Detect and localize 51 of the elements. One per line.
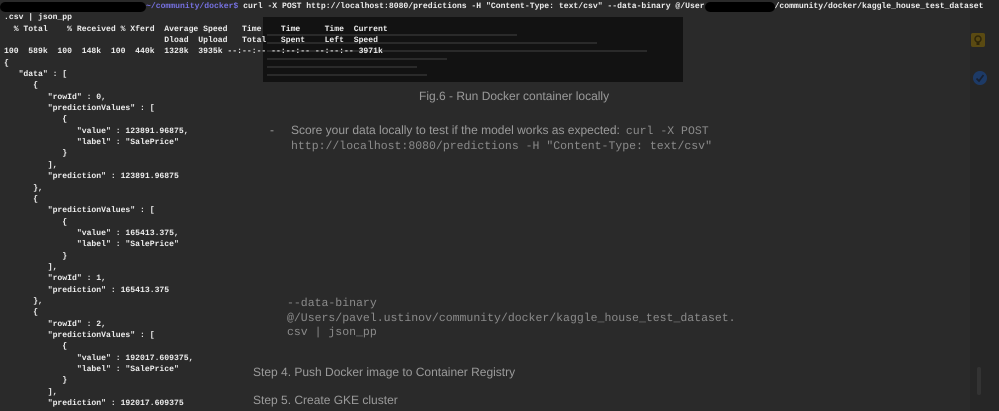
terminal-line: }, — [32, 296, 43, 308]
command-text: /community/docker/kaggle_house_test_dataset — [774, 1, 984, 12]
terminal-line: .csv | json_pp — [4, 12, 72, 24]
terminal-line: ], — [46, 262, 58, 274]
figure-caption: Fig.6 - Run Docker container locally — [418, 89, 610, 103]
step-heading: Step 5. Create GKE cluster — [253, 392, 398, 406]
terminal-line: "rowId" : 2, — [46, 318, 106, 330]
bullet-text: Score your data locally to test if the model works as expected: — [291, 123, 620, 138]
terminal-line: } — [61, 250, 68, 262]
terminal-line: "value" : 165413.375, — [76, 228, 179, 240]
terminal-line: "predictionValues" : [ — [46, 330, 155, 342]
lightbulb-icon[interactable] — [970, 33, 984, 47]
terminal-line: "data" : [ — [18, 69, 68, 80]
terminal-line: { — [61, 216, 68, 228]
terminal-line: "value" : 123891.96875, — [76, 126, 189, 138]
code-line: csv | json_pp — [287, 326, 377, 340]
step-heading: Step 4. Push Docker image to Container Registry — [253, 364, 516, 378]
bullet-marker: - — [269, 123, 275, 139]
prompt-path: ~/community/docker$ — [146, 1, 238, 12]
terminal-line: "label" : "SalePrice" — [76, 137, 179, 148]
terminal-line: ], — [46, 160, 58, 172]
terminal-line: 100 589k 100 148k 100 440k 1328k 3935k --:--:-- --:--:-- --:--:-- 3971k — [4, 46, 383, 58]
terminal-line: "rowId" : 1, — [46, 273, 106, 285]
terminal-line: "prediction" : 123891.96875 — [46, 171, 179, 182]
code-text: curl -X POST — [626, 124, 709, 139]
terminal-line: { — [61, 114, 68, 126]
terminal-line: "label" : "SalePrice" — [76, 239, 179, 251]
terminal-line: ], — [46, 386, 58, 398]
terminal-line: "prediction" : 192017.609375 — [46, 398, 184, 410]
terminal-line: } — [61, 375, 68, 387]
terminal-line: { — [32, 194, 38, 206]
code-line: @/Users/pavel.ustinov/community/docker/kaggle_house_test_dataset. — [287, 312, 736, 326]
check-circle-icon[interactable] — [972, 71, 986, 85]
terminal-line: "predictionValues" : [ — [46, 205, 155, 217]
terminal-line: "label" : "SalePrice" — [76, 364, 179, 376]
terminal-line: { — [32, 307, 38, 319]
terminal-line: Dload Upload Total Spent Left Speed — [163, 35, 378, 46]
code-text: http://localhost:8080/predictions -H "Content-Type: text/csv" — [291, 139, 712, 154]
terminal-line: }, — [32, 182, 43, 194]
code-line: --data-binary — [287, 297, 377, 312]
terminal-line: { — [61, 341, 68, 353]
terminal-line: "prediction" : 165413.375 — [46, 284, 170, 296]
terminal-line: { — [4, 58, 9, 70]
terminal-line: "value" : 192017.609375, — [76, 352, 194, 364]
terminal-line: "rowId" : 0, — [46, 92, 106, 104]
redaction-mark — [704, 2, 775, 12]
terminal-line: { — [32, 80, 38, 92]
terminal-line: } — [61, 148, 68, 160]
command-text: curl -X POST http://localhost:8080/predictions -H "Content-Type: text/csv" --data-binary @/User — [242, 1, 705, 12]
terminal-line: % Total % Received % Xferd Average Speed Time Time Time Current — [12, 24, 388, 36]
terminal-line: "predictionValues" : [ — [46, 103, 155, 114]
